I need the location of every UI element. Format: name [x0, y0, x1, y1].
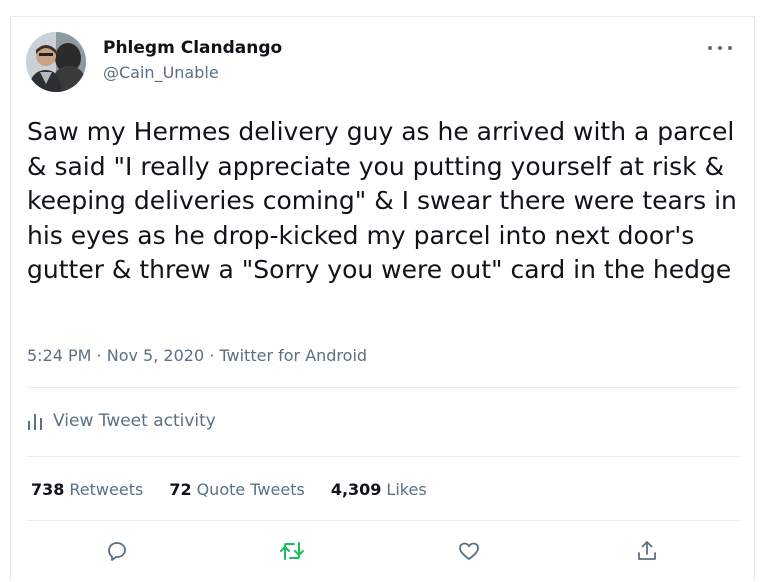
share-button[interactable] [633, 537, 661, 565]
retweets-count: 738 [31, 479, 65, 499]
meta-separator: · [91, 346, 107, 365]
avatar[interactable] [26, 32, 86, 92]
bar-chart-icon [28, 414, 42, 430]
author-name[interactable]: Phlegm Clandango [103, 36, 282, 60]
reply-icon [108, 542, 126, 561]
heart-icon [459, 542, 479, 560]
retweet-button[interactable] [278, 537, 306, 565]
tweet-card: Phlegm Clandango @Cain_Unable Saw my Her… [10, 16, 755, 580]
meta-separator: · [204, 346, 220, 365]
quote-tweets-label: Quote Tweets [196, 479, 305, 499]
retweets-stat[interactable]: 738 Retweets [31, 480, 143, 499]
author-handle[interactable]: @Cain_Unable [103, 62, 219, 84]
tweet-actions [11, 537, 756, 565]
share-icon [638, 541, 656, 560]
retweet-icon [280, 542, 304, 560]
quote-tweets-stat[interactable]: 72 Quote Tweets [169, 480, 305, 499]
tweet-meta: 5:24 PM · Nov 5, 2020 · Twitter for Andr… [27, 345, 367, 367]
tweet-text: Saw my Hermes delivery guy as he arrived… [27, 117, 745, 284]
likes-label: Likes [386, 479, 427, 499]
divider [27, 387, 739, 388]
reply-button[interactable] [103, 537, 131, 565]
tweet-date[interactable]: Nov 5, 2020 [107, 346, 204, 365]
retweets-label: Retweets [69, 479, 144, 499]
tweet-time[interactable]: 5:24 PM [27, 346, 91, 365]
like-button[interactable] [455, 537, 483, 565]
more-options-icon[interactable] [708, 39, 732, 57]
tweet-source[interactable]: Twitter for Android [219, 346, 367, 365]
tweet-stats: 738 Retweets 72 Quote Tweets 4,309 Likes [31, 477, 453, 501]
divider [27, 456, 739, 457]
quote-tweets-count: 72 [169, 479, 192, 499]
likes-count: 4,309 [330, 479, 382, 499]
likes-stat[interactable]: 4,309 Likes [331, 480, 427, 499]
divider [27, 520, 739, 521]
view-tweet-activity-link[interactable]: View Tweet activity [27, 409, 216, 433]
avatar-image [26, 32, 86, 92]
view-tweet-activity-label: View Tweet activity [53, 411, 216, 431]
